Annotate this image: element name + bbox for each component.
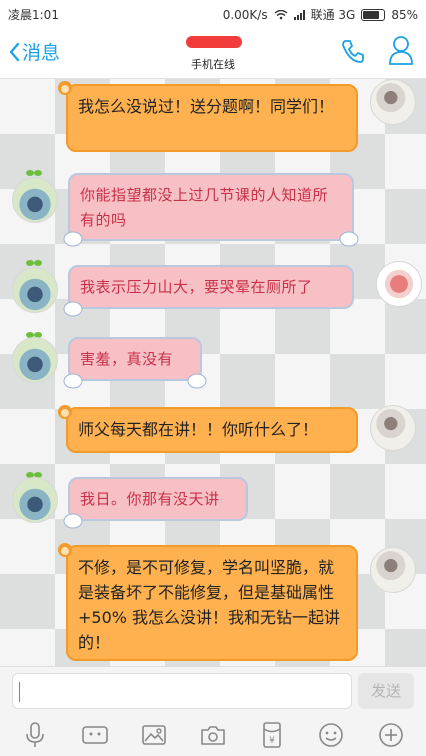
red-packet-icon: ¥ [263,722,281,748]
sticker-avatar [376,261,422,307]
signal-icon [293,9,305,20]
mic-icon [26,722,44,747]
photo-button[interactable] [139,720,169,750]
call-button[interactable] [340,38,366,68]
message-item: 害羞，真没有 [0,329,426,399]
phone-icon [342,40,364,63]
wifi-icon [274,9,288,19]
network-speed: 0.00K/s [222,7,268,22]
red-packet-button[interactable]: ¥ [257,720,287,750]
my-avatar[interactable] [370,79,416,125]
friend-avatar[interactable] [12,337,58,383]
incoming-bubble[interactable]: 我表示压力山大，要哭晕在厕所了 [68,265,354,309]
chat-header: 消息 手机在线 [0,26,426,79]
cat-decor-icon [63,301,83,317]
voice-button[interactable] [20,720,50,750]
incoming-bubble[interactable]: 我日。你那有没天讲 [68,477,248,521]
message-item: 我日。你那有没天讲 [0,469,426,535]
message-item: 你能指望都没上过几节课的人知道所有的吗 [0,165,426,255]
video-icon [82,726,108,744]
more-button[interactable] [376,720,406,750]
status-bar: 凌晨1:01 0.00K/s 联通 3G 85% [0,0,426,26]
friend-avatar[interactable] [12,267,58,313]
friend-avatar[interactable] [12,177,58,223]
contact-icon [389,36,413,65]
outgoing-bubble[interactable]: 不修，是不可修复，学名叫坚脆，就是装备坏了不能修复，但是基础属性+50% 我怎么… [66,545,358,661]
my-avatar[interactable] [370,547,416,593]
message-text: 害羞，真没有 [80,350,174,368]
redacted-contact-name [186,36,242,48]
incoming-bubble[interactable]: 害羞，真没有 [68,337,202,381]
status-time: 凌晨1:01 [8,8,59,22]
message-text: 师父每天都在讲！！你听什么了！ [78,420,319,439]
outgoing-bubble[interactable]: 我怎么没说过！送分题啊！同学们！ [66,84,358,152]
message-item: 我表示压力山大，要哭晕在厕所了 [0,255,426,325]
plus-icon [379,723,403,747]
camera-icon [201,726,225,745]
emoji-button[interactable] [316,720,346,750]
message-text: 我怎么没说过！送分题啊！同学们！ [78,97,335,116]
monkey-decor-icon [58,543,72,557]
monkey-decor-icon [58,405,72,419]
incoming-bubble[interactable]: 你能指望都没上过几节课的人知道所有的吗 [68,173,354,241]
camera-button[interactable] [198,720,228,750]
my-avatar[interactable] [370,405,416,451]
message-item: 不修，是不可修复，学名叫坚脆，就是装备坏了不能修复，但是基础属性+50% 我怎么… [0,541,426,666]
emoji-icon [319,723,343,747]
carrier-label: 联通 3G [310,8,356,22]
svg-text:¥: ¥ [269,736,275,746]
cat-decor-icon [63,373,83,389]
message-text: 我表示压力山大，要哭晕在厕所了 [80,278,313,296]
chat-area[interactable]: 我怎么没说过！送分题啊！同学们！ 你能指望都没上过几节课的人知道所有的吗 我表示… [0,79,426,666]
video-call-button[interactable] [80,720,110,750]
friend-avatar[interactable] [12,477,58,523]
message-text: 不修，是不可修复，学名叫坚脆，就是装备坏了不能修复，但是基础属性+50% 我怎么… [78,558,341,652]
cat-decor-icon [339,231,359,247]
message-item: 师父每天都在讲！！你听什么了！ [0,403,426,465]
image-icon [142,725,166,745]
battery-icon [361,8,386,21]
message-input[interactable] [12,673,352,709]
contact-profile-button[interactable] [388,35,414,69]
composer: 发送 ¥ [0,666,426,756]
cat-decor-icon [63,513,83,529]
send-button[interactable]: 发送 [358,673,414,709]
cat-decor-icon [187,373,207,389]
cat-decor-icon [63,231,83,247]
battery-label: 85% [391,7,418,22]
monkey-decor-icon [58,81,72,95]
message-text: 你能指望都没上过几节课的人知道所有的吗 [80,186,329,229]
outgoing-bubble[interactable]: 师父每天都在讲！！你听什么了！ [66,407,358,453]
message-item: 我怎么没说过！送分题啊！同学们！ [0,79,426,159]
message-text: 我日。你那有没天讲 [80,490,220,508]
